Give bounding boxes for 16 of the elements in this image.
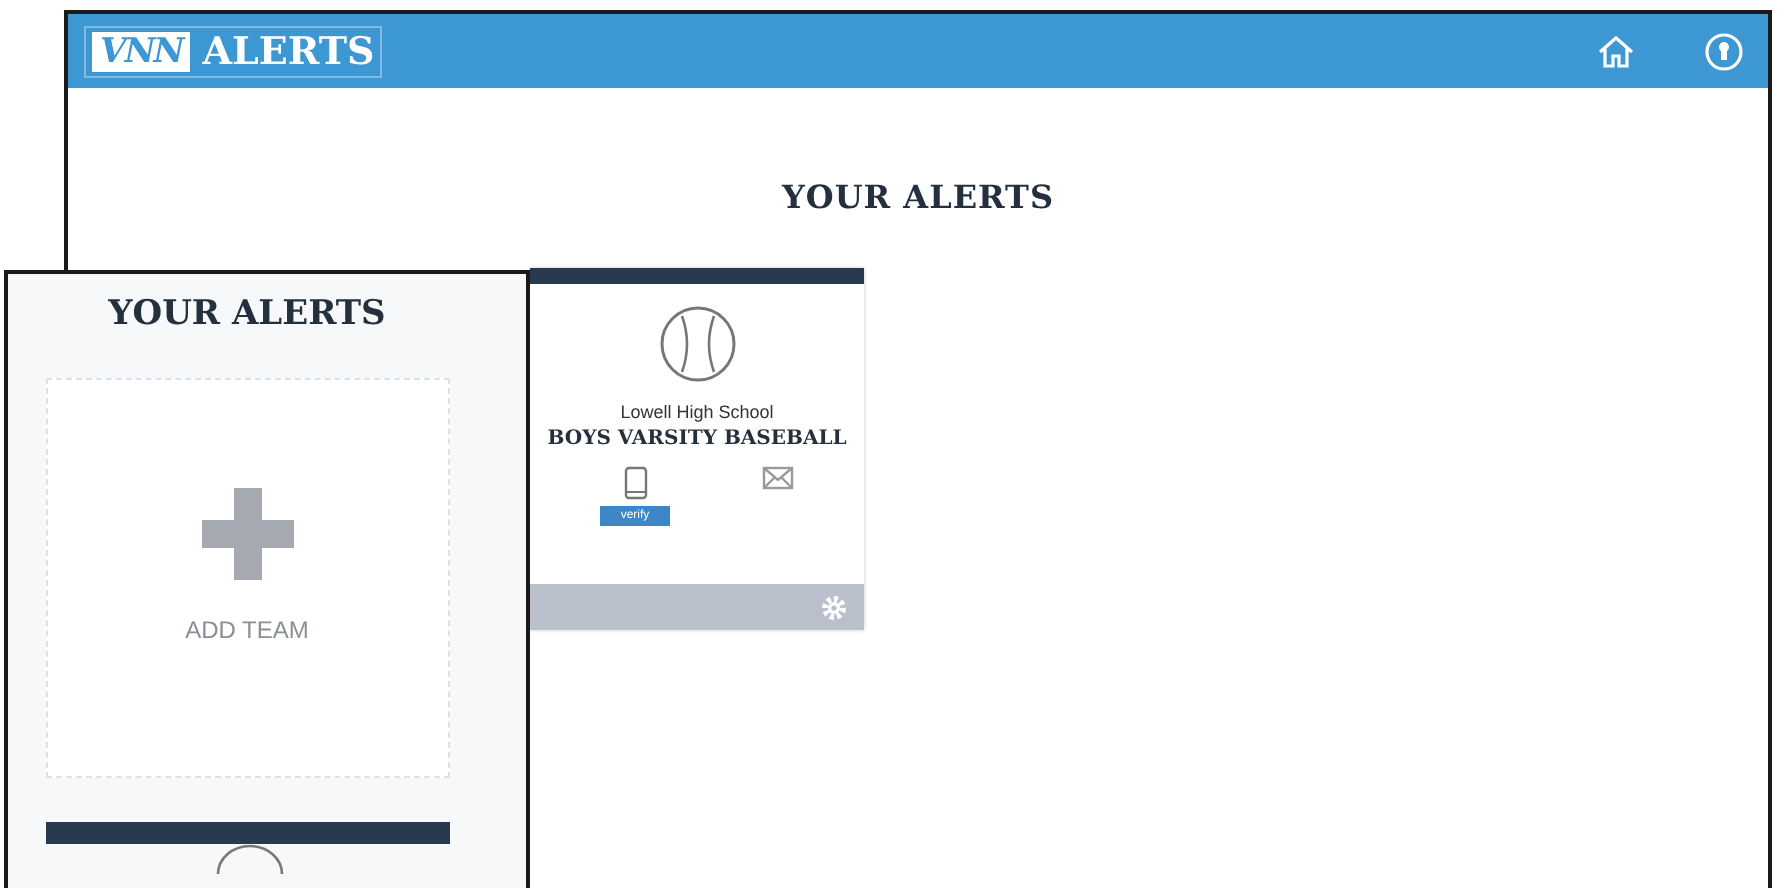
add-team-card[interactable]: ADD TEAM: [45, 378, 449, 778]
logo-title: ALERTS: [202, 29, 375, 73]
add-team-label: ADD TEAM: [185, 616, 309, 644]
home-icon[interactable]: [1596, 31, 1636, 71]
plus-icon: [201, 488, 293, 580]
baseball-icon: [657, 304, 737, 384]
mobile-heading: YOUR ALERTS: [108, 294, 386, 334]
settings-icon[interactable]: [820, 593, 848, 621]
school-name: Lowell High School: [620, 402, 774, 422]
page-heading: YOUR ALERTS: [779, 178, 1056, 216]
envelope-icon: [761, 466, 794, 490]
logo-mark: VNN: [92, 31, 191, 71]
team-name: BOYS VARSITY BASEBALL: [547, 428, 847, 450]
logo[interactable]: VNN ALERTS: [84, 25, 383, 77]
user-icon[interactable]: [1704, 31, 1744, 71]
phone-icon: [623, 466, 647, 500]
